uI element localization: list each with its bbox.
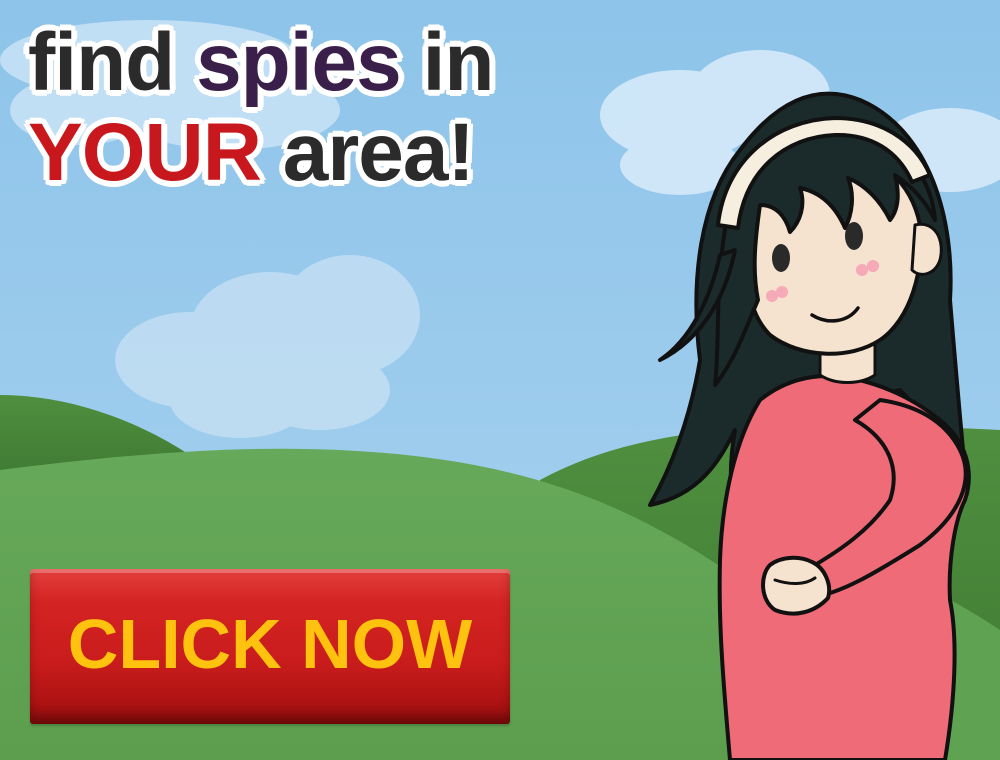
click-now-button[interactable]: CLICK NOW xyxy=(30,569,510,724)
ad-banner[interactable]: find spies in YOUR area! CLICK NOW xyxy=(0,0,1000,760)
ear xyxy=(910,222,943,276)
headline-line-2: YOUR area! xyxy=(28,108,493,198)
headline-line-1: find spies in xyxy=(28,17,495,108)
click-now-label: CLICK NOW xyxy=(67,604,473,683)
headline-word-find: find xyxy=(28,17,175,108)
headline: find spies in YOUR area! xyxy=(28,17,495,198)
left-eye xyxy=(772,244,790,272)
headline-word-your: YOUR xyxy=(28,107,262,198)
hand xyxy=(761,555,832,616)
right-eye xyxy=(845,222,863,250)
headline-word-area: area! xyxy=(282,107,475,198)
headline-word-spies: spies xyxy=(196,17,402,108)
headline-word-in: in xyxy=(422,17,495,108)
